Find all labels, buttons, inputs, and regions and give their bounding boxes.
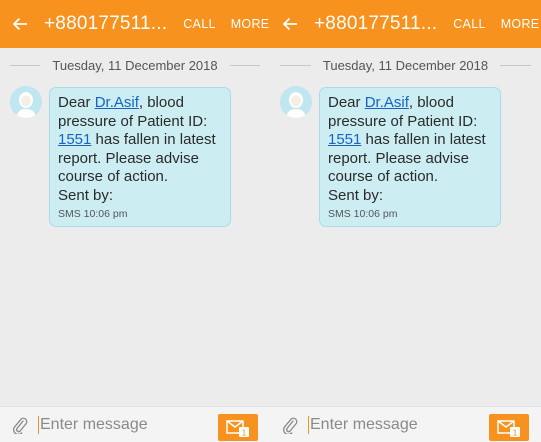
date-label: Tuesday, 11 December 2018: [322, 58, 489, 73]
divider-line-right: [229, 65, 260, 66]
more-button[interactable]: MORE: [501, 17, 540, 31]
paperclip-icon[interactable]: [10, 415, 30, 435]
sent-by-label: Sent by:: [328, 186, 384, 204]
doctor-name-link[interactable]: Dr.Asif: [95, 94, 139, 111]
arrow-left-icon[interactable]: [10, 14, 30, 34]
arrow-left-icon[interactable]: [280, 14, 300, 34]
date-label: Tuesday, 11 December 2018: [52, 58, 218, 73]
divider-line-left: [280, 65, 311, 66]
paperclip-icon[interactable]: [280, 415, 300, 435]
conversation-screen-right: +880177511... CALL MORE Tuesday, 11 Dece…: [270, 0, 541, 442]
conversation-header: +880177511... CALL MORE: [0, 0, 270, 48]
send-badge: 1: [513, 427, 518, 437]
date-divider: Tuesday, 11 December 2018: [0, 58, 270, 73]
patient-id-link[interactable]: 1551: [58, 131, 91, 148]
message-input[interactable]: [40, 416, 200, 434]
conversation-screen-left: +880177511... CALL MORE Tuesday, 11 Dece…: [0, 0, 270, 442]
send-badge: 1: [242, 427, 247, 437]
call-button[interactable]: CALL: [453, 17, 485, 31]
message-bubble[interactable]: Dear Dr.Asif, blood pressure of Patient …: [319, 87, 501, 227]
message-bubble[interactable]: Dear Dr.Asif, blood pressure of Patient …: [49, 87, 231, 227]
send-sms-icon: 1: [226, 419, 249, 437]
divider-line-right: [500, 65, 531, 66]
send-button[interactable]: 1: [218, 414, 258, 441]
screens-container: +880177511... CALL MORE Tuesday, 11 Dece…: [0, 0, 541, 442]
conversation-header: +880177511... CALL MORE: [270, 0, 541, 48]
date-divider: Tuesday, 11 December 2018: [270, 58, 541, 73]
message-timestamp: SMS 10:06 pm: [328, 208, 398, 220]
contact-number-title: +880177511...: [44, 13, 168, 34]
text-cursor: [308, 416, 309, 434]
send-sms-icon: 1: [497, 419, 520, 437]
contact-number-title: +880177511...: [314, 13, 438, 34]
message-input[interactable]: [310, 416, 470, 434]
more-button[interactable]: MORE: [231, 17, 270, 31]
contact-avatar[interactable]: [10, 86, 42, 118]
message-composer: 1: [270, 406, 541, 442]
patient-id-link[interactable]: 1551: [328, 131, 361, 148]
call-button[interactable]: CALL: [183, 17, 215, 31]
message-composer: 1: [0, 406, 270, 442]
message-text: Dear: [58, 94, 95, 111]
send-button[interactable]: 1: [489, 414, 529, 441]
contact-avatar[interactable]: [280, 86, 312, 118]
message-timestamp: SMS 10:06 pm: [58, 208, 128, 220]
divider-line-left: [10, 65, 41, 66]
doctor-name-link[interactable]: Dr.Asif: [365, 94, 409, 111]
text-cursor: [38, 416, 39, 434]
message-text: Dear: [328, 94, 365, 111]
sent-by-label: Sent by:: [58, 186, 114, 204]
